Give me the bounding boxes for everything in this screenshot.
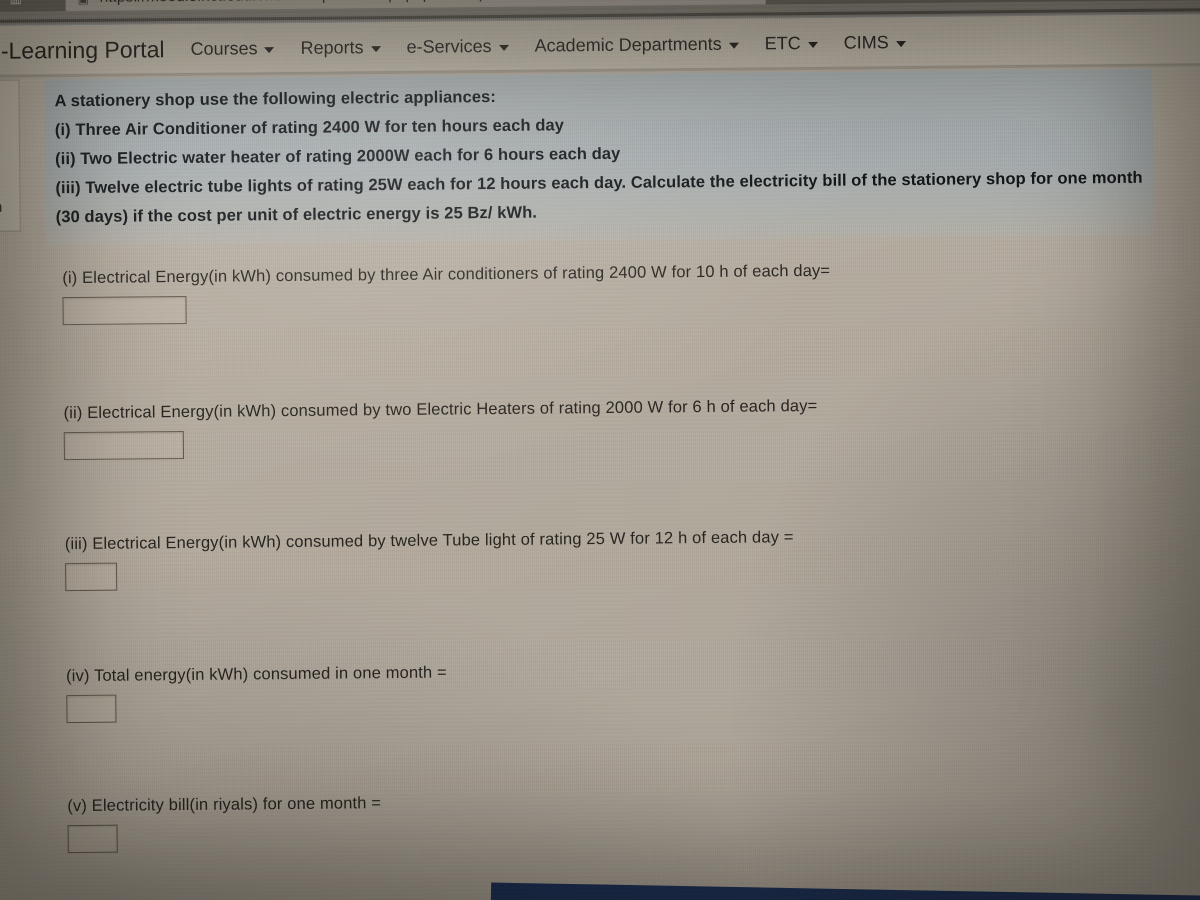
sub-question-label: (ii) Electrical Energy(in kWh) consumed …: [63, 396, 818, 423]
nav-item-label: Academic Departments: [534, 33, 722, 56]
tab-favicon-icon: ▣: [78, 0, 90, 8]
footer-band: [489, 882, 1200, 900]
chevron-down-icon: [807, 41, 818, 49]
sub-question-label: (i) Electrical Energy(in kWh) consumed b…: [62, 261, 831, 288]
nav-item-label: Courses: [190, 37, 258, 59]
chevron-down-icon: [728, 42, 739, 49]
nav-item-etc[interactable]: ETC: [765, 32, 818, 54]
sub-question-iii: (iii) Electrical Energy(in kWh) consumed…: [64, 523, 1116, 592]
nav-item-label: Reports: [300, 36, 364, 58]
sub-question-label: (iv) Total energy(in kWh) consumed in on…: [66, 663, 447, 686]
nav-item-label: CIMS: [843, 31, 889, 53]
sub-question-i: (i) Electrical Energy(in kWh) consumed b…: [62, 257, 1113, 326]
nav-item-label: ETC: [764, 32, 801, 53]
sub-question-label: (v) Electricity bill(in riyals) for one …: [67, 794, 382, 816]
answer-input-i[interactable]: [62, 295, 187, 326]
answer-input-ii[interactable]: [63, 431, 185, 461]
nav-item-academic-departments[interactable]: Academic Departments: [535, 33, 739, 56]
answer-input-iv[interactable]: [66, 694, 117, 724]
apps-grid-icon[interactable]: ▥: [9, 0, 21, 8]
photo-of-screen: ▥ ▣ https://moodle.nct.edu.om/mod/quiz/a…: [0, 0, 1200, 900]
question-statement: A stationery shop use the following elec…: [44, 68, 1154, 247]
chevron-down-icon: [370, 46, 381, 53]
sub-question-label: (iii) Electrical Energy(in kWh) consumed…: [64, 528, 794, 554]
sidebar-block-label: on: [0, 198, 3, 216]
browser-window: ▥ ▣ https://moodle.nct.edu.om/mod/quiz/a…: [0, 0, 1200, 900]
nav-item-cims[interactable]: CIMS: [844, 32, 906, 54]
nav-item-courses[interactable]: Courses: [190, 37, 275, 60]
sub-question-iv: (iv) Total energy(in kWh) consumed in on…: [66, 655, 1117, 724]
nav-item-reports[interactable]: Reports: [300, 36, 381, 59]
chevron-down-icon: [895, 41, 906, 48]
sub-question-v: (v) Electricity bill(in riyals) for one …: [67, 785, 1118, 854]
page-body: on A stationery shop use the following e…: [0, 66, 1200, 900]
answer-input-v[interactable]: [67, 824, 118, 854]
question-statement-line: (iii) Twelve electric tube lights of rat…: [55, 168, 1143, 227]
nav-item-label: e-Services: [406, 35, 492, 57]
chevron-down-icon: [498, 44, 509, 51]
sub-question-ii: (ii) Electrical Energy(in kWh) consumed …: [63, 392, 1114, 461]
site-brand[interactable]: e-Learning Portal: [0, 36, 165, 65]
sidebar-block-clipped[interactable]: on: [0, 79, 21, 233]
chevron-down-icon: [264, 47, 275, 54]
nav-item-e-services[interactable]: e-Services: [406, 35, 509, 57]
answer-input-iii[interactable]: [65, 562, 118, 592]
